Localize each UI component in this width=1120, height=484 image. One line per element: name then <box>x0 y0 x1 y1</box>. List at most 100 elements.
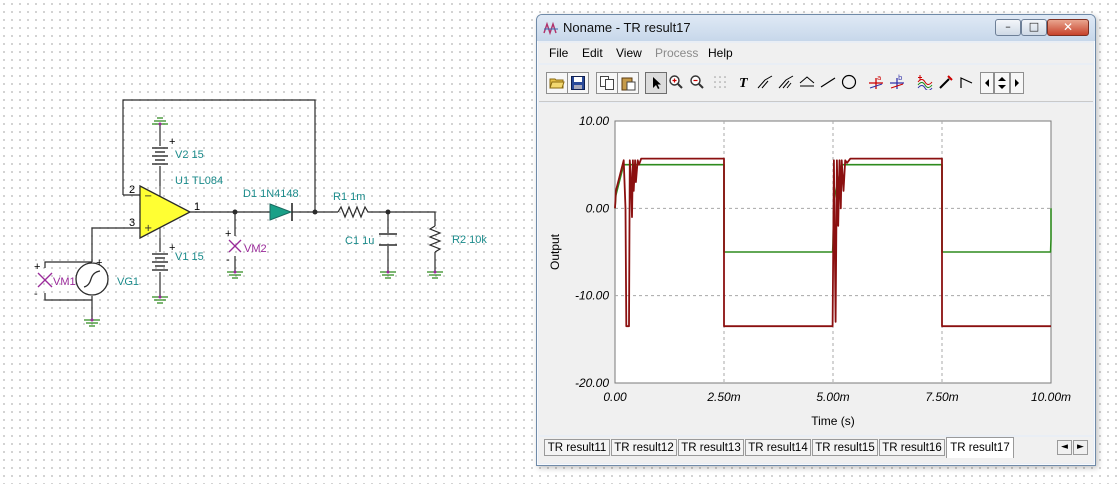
label-r2: R2 10k <box>452 234 487 246</box>
circuit-schematic[interactable]: − + V2 15 U1 TL084 V1 15 D1 1N4148 R1 1m… <box>0 0 530 484</box>
signal-generator-icon[interactable] <box>75 262 109 296</box>
vm1-minus-label: - <box>34 288 38 300</box>
circle-icon <box>841 74 857 90</box>
y-tick-label: -20.00 <box>575 376 609 390</box>
tab-scroll-right-icon[interactable]: ► <box>1073 440 1088 455</box>
tab-tr-result17[interactable]: TR result17 <box>946 437 1014 458</box>
label-d1: D1 1N4148 <box>243 188 299 200</box>
y-tick-label: 10.00 <box>579 114 609 128</box>
svg-text:−: − <box>144 191 152 202</box>
tab-scroll-left-icon[interactable]: ◄ <box>1057 440 1072 455</box>
resistor-r2-icon[interactable] <box>428 225 442 253</box>
paste-icon <box>621 77 636 91</box>
minimize-icon: – <box>1005 20 1011 33</box>
scroll-left-icon <box>985 79 989 87</box>
svg-text:T: T <box>739 76 749 90</box>
menu-process[interactable]: Process <box>655 46 698 60</box>
menu-view[interactable]: View <box>616 46 642 60</box>
tab-tr-result14[interactable]: TR result14 <box>745 439 811 456</box>
scroll-right-button[interactable] <box>1010 72 1024 94</box>
cursor-a-icon <box>757 75 773 89</box>
capacitor-c1-icon[interactable] <box>379 233 397 246</box>
menu-help[interactable]: Help <box>708 46 733 60</box>
voltmeter-vm1-icon[interactable] <box>37 272 53 288</box>
curve-button[interactable] <box>915 72 937 94</box>
svg-text:+: + <box>144 223 152 234</box>
scroll-updown-button[interactable] <box>994 72 1010 94</box>
label-vg1: VG1 <box>117 276 139 288</box>
result-tabs: TR result11 TR result12 TR result13 TR r… <box>539 437 1093 463</box>
cursor-b-button[interactable] <box>776 72 798 94</box>
vm2-plus-label: + <box>225 228 231 240</box>
open-button[interactable] <box>546 72 568 94</box>
x-tick-label: 0.00 <box>603 390 627 404</box>
zoom-in-icon <box>669 75 683 89</box>
cursor-b-icon <box>778 75 794 89</box>
tab-tr-result12[interactable]: TR result12 <box>611 439 677 456</box>
zoom-in-button[interactable] <box>666 72 688 94</box>
vm2-minus-label: - <box>226 254 230 266</box>
menu-file[interactable]: File <box>549 46 568 60</box>
r1-node-wire <box>370 211 436 226</box>
label-v1: V1 15 <box>175 251 204 263</box>
line-icon <box>820 77 836 88</box>
cursor-calc-icon <box>799 76 815 87</box>
vm1-plus-label: + <box>34 261 40 273</box>
svg-text:b: b <box>898 74 903 82</box>
zoom-100-button[interactable] <box>687 72 709 94</box>
battery-v2-icon <box>152 147 168 165</box>
grid-button[interactable] <box>710 72 732 94</box>
tab-tr-result15[interactable]: TR result15 <box>812 439 878 456</box>
text-button[interactable]: T <box>734 72 756 94</box>
diode-icon[interactable] <box>269 203 300 221</box>
menu-bar: File Edit View Process Help <box>539 43 1093 63</box>
v1-plus-label: + <box>169 242 175 254</box>
plot-area[interactable]: 0.00 2.50m 5.00m 7.50m 10.00m 10.00 0.00 -10.00… <box>539 103 1093 435</box>
resistor-r1-icon[interactable] <box>337 205 370 219</box>
curve-icon <box>917 75 933 90</box>
y-axis-label: Output <box>548 233 562 270</box>
pin-2-label: 2 <box>129 184 135 196</box>
x-axis-label: Time (s) <box>811 414 855 428</box>
pointer-button[interactable] <box>645 72 667 94</box>
title-bar[interactable]: Noname - TR result17 – □ ✕ <box>537 15 1095 41</box>
transient-chart[interactable]: 0.00 2.50m 5.00m 7.50m 10.00m 10.00 0.00 -10.00… <box>539 103 1093 435</box>
tab-tr-result16[interactable]: TR result16 <box>879 439 945 456</box>
probe-button[interactable] <box>936 72 958 94</box>
vg1-plus-label: + <box>96 257 102 269</box>
paste-button[interactable] <box>617 72 639 94</box>
tab-tr-result13[interactable]: TR result13 <box>678 439 744 456</box>
menu-edit[interactable]: Edit <box>582 46 603 60</box>
save-button[interactable] <box>567 72 589 94</box>
scroll-right-icon <box>1015 79 1019 87</box>
pin-3-label: 3 <box>129 217 135 229</box>
minimize-button[interactable]: – <box>995 19 1021 36</box>
copy-button[interactable] <box>596 72 618 94</box>
opamp-icon[interactable]: − + <box>139 184 192 240</box>
maximize-icon: □ <box>1028 20 1040 33</box>
ground-icon <box>84 117 443 327</box>
voltmeter-vm2-icon[interactable] <box>228 239 242 253</box>
save-icon <box>571 76 585 90</box>
tab-tr-result11[interactable]: TR result11 <box>544 439 610 456</box>
maximize-button[interactable]: □ <box>1021 19 1047 36</box>
x-tick-label: 7.50m <box>925 390 958 404</box>
probe-icon <box>939 75 953 89</box>
y-tick-label: -10.00 <box>575 289 609 303</box>
marker-b-icon: b <box>890 74 904 89</box>
marker-b-button[interactable]: b <box>887 72 909 94</box>
line-button[interactable] <box>818 72 840 94</box>
x-tick-label: 5.00m <box>816 390 849 404</box>
grid-icon <box>714 76 726 88</box>
label-r1: R1 1m <box>333 191 365 203</box>
marker-a-icon: a <box>869 74 883 89</box>
cursor-a-button[interactable] <box>755 72 777 94</box>
marker-a-button[interactable]: a <box>866 72 888 94</box>
scroll-left-button[interactable] <box>980 72 994 94</box>
close-button[interactable]: ✕ <box>1047 19 1089 36</box>
tr-result-window[interactable]: Noname - TR result17 – □ ✕ File Edit Vie… <box>536 14 1096 466</box>
step-icon <box>960 77 973 88</box>
circle-button[interactable] <box>839 72 861 94</box>
cursor-calc-button[interactable] <box>797 72 819 94</box>
step-button[interactable] <box>957 72 979 94</box>
